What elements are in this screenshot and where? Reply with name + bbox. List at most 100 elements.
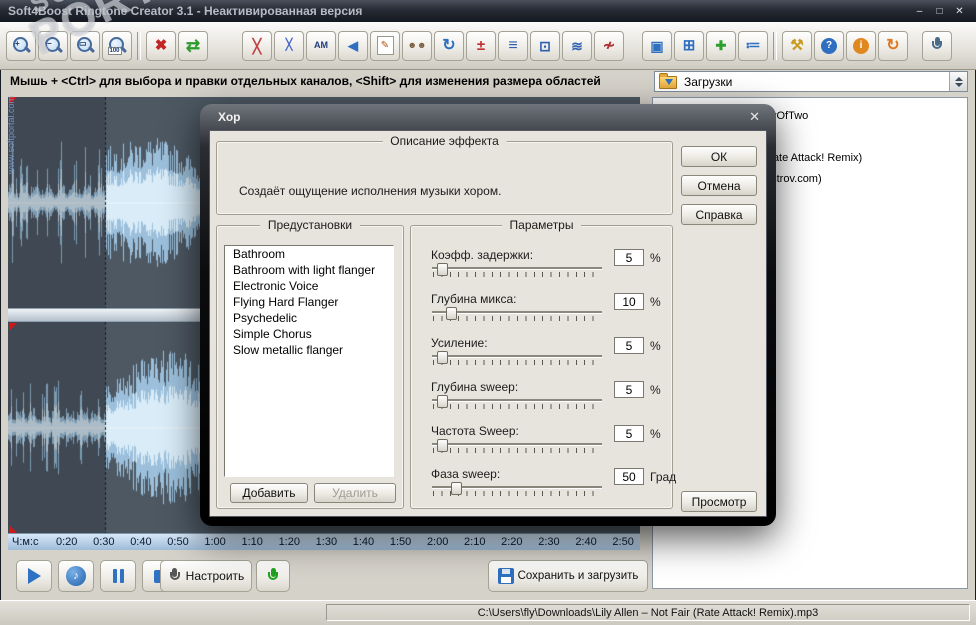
file-path-text: C:\Users\fly\Downloads\Lily Allen – Not … — [477, 606, 819, 619]
cancel-button[interactable]: Отмена — [681, 175, 757, 196]
help-icon: ? — [821, 37, 837, 54]
preset-item[interactable]: Bathroom — [225, 246, 393, 262]
configure-mic-button[interactable]: Настроить — [160, 560, 252, 592]
sweep-freq-value-input[interactable] — [614, 425, 644, 442]
window-controls: – □ ✕ — [911, 4, 968, 19]
import-file-button[interactable]: ⊞ — [674, 30, 704, 61]
gain-value-input[interactable] — [614, 337, 644, 354]
sweep-freq-slider[interactable] — [432, 439, 602, 455]
fade-cross-button[interactable]: ╳ — [242, 30, 272, 61]
gain-slider[interactable] — [432, 351, 602, 367]
timeline-tick: 2:50 — [612, 536, 634, 548]
envelope-button[interactable]: ⊡ — [530, 30, 560, 61]
sweep-depth-slider[interactable] — [432, 395, 602, 411]
play-button[interactable] — [16, 560, 52, 592]
delete-button[interactable]: ✖ — [146, 30, 176, 61]
record-mic-button[interactable] — [922, 30, 952, 61]
fade-cross-icon: ╳ — [252, 37, 262, 54]
slider-thumb[interactable] — [437, 439, 449, 452]
timeline-ruler[interactable]: Ч:м:с 0:20 0:30 0:40 0:50 1:00 1:10 1:20 1:30 1:… — [8, 533, 640, 550]
add-file-icon: ✚ — [715, 38, 727, 53]
delay-coeff-value-input[interactable] — [614, 249, 644, 266]
timeline-tick: 2:20 — [501, 536, 523, 548]
region-marker[interactable] — [9, 525, 17, 533]
zoom-out-button[interactable]: − — [38, 30, 68, 61]
description-group-label: Описание эффекта — [382, 134, 507, 148]
dialog-close-button[interactable]: ✕ — [749, 109, 760, 125]
preset-item[interactable]: Flying Hard Flanger — [225, 294, 393, 310]
record-mic-icon — [266, 567, 280, 585]
update-button[interactable]: ↻ — [878, 30, 908, 61]
delay-coeff-slider[interactable] — [432, 263, 602, 279]
mix-depth-slider[interactable] — [432, 307, 602, 323]
echo-button[interactable]: ≡ — [498, 30, 528, 61]
region-marker[interactable] — [9, 323, 17, 331]
configure-label: Настроить — [185, 569, 245, 583]
presets-list[interactable]: Bathroom Bathroom with light flanger Elect… — [224, 245, 394, 477]
tempo-button[interactable]: ↻ — [434, 30, 464, 61]
undo-redo-button[interactable]: ⇄ — [178, 30, 208, 61]
mix-depth-value-input[interactable] — [614, 293, 644, 310]
param-unit: Град — [650, 470, 677, 484]
maximize-button[interactable]: □ — [931, 4, 948, 19]
sweep-phase-value-input[interactable] — [614, 468, 644, 485]
noise-reduction-button[interactable]: ≁ — [594, 30, 624, 61]
edit-notes-button[interactable]: ✎ — [370, 30, 400, 61]
pause-icon — [112, 569, 124, 583]
echo-icon: ≡ — [508, 36, 518, 54]
fade-lines-button[interactable]: ╳ — [274, 30, 304, 61]
combo-spinner[interactable] — [949, 72, 967, 91]
flanger-button[interactable]: ≋ — [562, 30, 592, 61]
add-preset-button[interactable]: Добавить — [230, 483, 308, 503]
preset-item[interactable]: Slow metallic flanger — [225, 342, 393, 358]
record-button[interactable] — [256, 560, 290, 592]
preset-item[interactable]: Simple Chorus — [225, 326, 393, 342]
preset-item[interactable]: Psychedelic — [225, 310, 393, 326]
param-label: Усиление: — [431, 336, 488, 350]
downloads-combo[interactable]: Загрузки — [654, 71, 968, 92]
timeline-tick: 1:30 — [315, 536, 338, 548]
add-file-button[interactable]: ✚ — [706, 30, 736, 61]
close-button[interactable]: ✕ — [951, 4, 968, 19]
edit-notes-icon: ✎ — [376, 36, 394, 55]
sweep-phase-slider[interactable] — [432, 482, 602, 498]
slider-thumb[interactable] — [437, 395, 449, 408]
pitch-button[interactable]: ± — [466, 30, 496, 61]
ok-button[interactable]: ОК — [681, 146, 757, 167]
transport-bar: ♪ Настроить Сохранить и загрузить — [8, 558, 648, 596]
play-all-button[interactable]: ♪ — [58, 560, 94, 592]
record-mic-icon — [930, 37, 944, 54]
reverse-button[interactable]: ◀ — [338, 30, 368, 61]
preset-item[interactable]: Bathroom with light flanger — [225, 262, 393, 278]
slider-thumb[interactable] — [437, 263, 449, 276]
copy-channels-button[interactable]: ▣ — [642, 30, 672, 61]
slider-thumb[interactable] — [445, 307, 457, 320]
save-load-button[interactable]: Сохранить и загрузить — [488, 560, 648, 592]
reverse-icon: ◀ — [348, 38, 358, 53]
pause-button[interactable] — [100, 560, 136, 592]
settings-button[interactable]: ⚒ — [782, 30, 812, 61]
chorus-icon: ☻☻ — [407, 40, 427, 50]
flanger-icon: ≋ — [571, 37, 583, 54]
slider-thumb[interactable] — [450, 482, 462, 495]
help-button[interactable]: ? — [814, 30, 844, 61]
chorus-button[interactable]: ☻☻ — [402, 30, 432, 61]
description-group: Описание эффекта Создаёт ощущение исполн… — [216, 134, 673, 215]
about-button[interactable]: i — [846, 30, 876, 61]
zoom-100-button[interactable]: 100 — [102, 30, 132, 61]
minimize-button[interactable]: – — [911, 4, 928, 19]
preview-button[interactable]: Просмотр — [681, 491, 757, 512]
remove-preset-button: Удалить — [314, 483, 396, 503]
playlist-button[interactable]: ≔ — [738, 30, 768, 61]
preset-item[interactable]: Electronic Voice — [225, 278, 393, 294]
help-button[interactable]: Справка — [681, 204, 757, 225]
region-marker[interactable] — [9, 97, 17, 105]
slider-thumb[interactable] — [437, 351, 449, 364]
zoom-in-button[interactable]: + — [6, 30, 36, 61]
file-info-line: yOfTwo — [771, 110, 809, 122]
update-icon: ↻ — [886, 36, 900, 54]
zoom-selection-button[interactable]: ▭ — [70, 30, 100, 61]
amplitude-button[interactable]: AM — [306, 30, 336, 61]
toolbar: + − ▭ 100 ✖ ⇄ ╳ ╳ AM ◀ ✎ ☻☻ ↻ ± ≡ ⊡ ≋ ≁ ▣ ⊞ ✚ ≔ ⚒? i ↻ — [0, 22, 976, 70]
sweep-depth-value-input[interactable] — [614, 381, 644, 398]
